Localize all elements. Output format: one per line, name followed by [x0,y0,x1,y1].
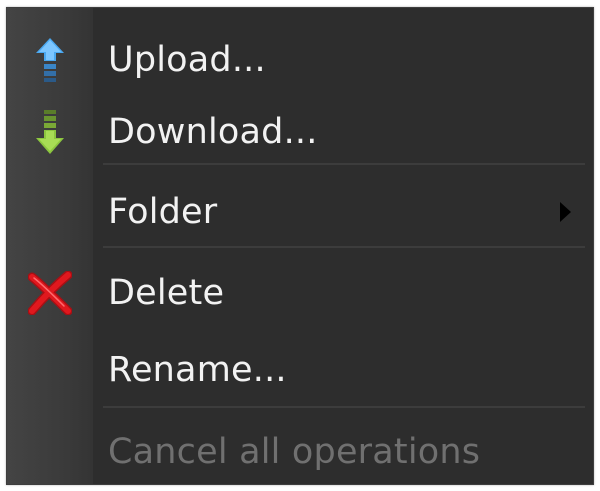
download-arrow-icon [7,102,93,162]
menu-item-delete[interactable]: Delete [7,263,593,323]
submenu-arrow-icon [560,202,571,222]
menu-item-label: Folder [108,192,218,232]
menu-separator [103,246,585,248]
context-menu: Upload... Download... Folder Delete Rena… [6,7,594,485]
menu-item-label: Download... [108,112,318,152]
menu-item-label: Delete [108,273,225,313]
menu-separator [103,406,585,408]
menu-item-label: Upload... [108,40,266,80]
menu-item-folder[interactable]: Folder [7,182,593,242]
menu-separator [103,163,585,165]
menu-item-rename[interactable]: Rename... [7,340,593,400]
menu-item-cancel-all-operations: Cancel all operations [7,422,593,482]
menu-item-label: Rename... [108,350,287,390]
upload-arrow-icon [7,30,93,90]
menu-item-label: Cancel all operations [108,432,481,472]
menu-item-download[interactable]: Download... [7,102,593,162]
menu-item-upload[interactable]: Upload... [7,30,593,90]
red-x-delete-icon [7,263,93,323]
